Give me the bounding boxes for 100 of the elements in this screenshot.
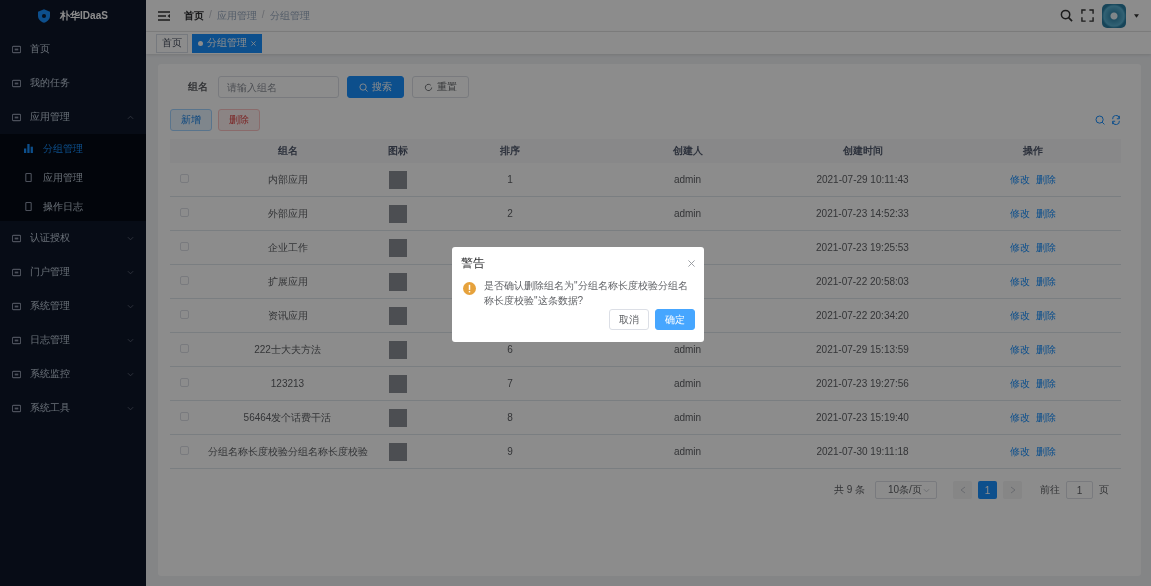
photo-placeholder xyxy=(388,442,407,461)
menu-item[interactable]: 门户管理 xyxy=(0,255,146,289)
row-action-link[interactable]: 删除 xyxy=(1036,207,1056,219)
photo-placeholder xyxy=(388,170,407,189)
table-cell: 企业工作 xyxy=(267,241,308,253)
row-action-link[interactable]: 删除 xyxy=(1036,445,1056,457)
table-cell: 9 xyxy=(507,446,513,457)
row-action-link[interactable]: 修改 xyxy=(1010,445,1030,457)
avatar[interactable] xyxy=(1102,3,1126,28)
chevron-right-icon xyxy=(1009,486,1016,494)
table-cell: 56464发个话费干活 xyxy=(243,411,332,423)
menu-item[interactable]: 日志管理 xyxy=(0,323,146,357)
submenu-item[interactable]: 分组管理 xyxy=(0,134,146,163)
dialog-button[interactable]: 取消 xyxy=(609,309,649,330)
photo-placeholder xyxy=(388,340,407,359)
table-cell: 2021-07-23 19:25:53 xyxy=(816,242,909,253)
dialog-button[interactable]: 确定 xyxy=(655,309,695,330)
next-page-button[interactable] xyxy=(1003,481,1022,499)
table-cell: 2021-07-30 19:11:18 xyxy=(816,446,909,457)
field-label: 组名 xyxy=(188,80,208,94)
total-count: 共 9 条 xyxy=(833,483,865,497)
menu-item[interactable]: 首页 xyxy=(0,32,146,66)
caret-down-icon[interactable] xyxy=(1134,13,1139,18)
search-form-button[interactable]: 搜索 xyxy=(347,76,404,98)
tab[interactable]: 首页 xyxy=(156,33,188,53)
column-header: 创建人 xyxy=(672,145,703,156)
menu-icon xyxy=(12,112,21,122)
table-cell: admin xyxy=(673,208,702,219)
table-cell: 内部应用 xyxy=(267,173,308,185)
column-header: 操作 xyxy=(1023,145,1043,156)
table-cell: admin xyxy=(673,412,702,423)
page-suffix: 页 xyxy=(1099,483,1109,497)
submenu-item[interactable]: 操作日志 xyxy=(0,192,146,221)
menu-item[interactable]: 系统监控 xyxy=(0,357,146,391)
app-name: 朴华IDaaS xyxy=(60,9,108,23)
page-size-select[interactable]: 10条/页 xyxy=(875,481,937,499)
table-cell: 2021-07-23 14:52:33 xyxy=(816,208,909,219)
table-cell: 8 xyxy=(507,412,513,423)
breadcrumb-separator: / xyxy=(261,8,265,22)
page-input[interactable]: 1 xyxy=(1066,481,1093,499)
row-action-link[interactable]: 删除 xyxy=(1036,377,1056,389)
row-action-link[interactable]: 删除 xyxy=(1036,173,1056,185)
search-icon[interactable] xyxy=(1060,9,1073,22)
row-action-link[interactable]: 修改 xyxy=(1010,309,1030,321)
photo-placeholder xyxy=(388,272,407,291)
prev-page-button[interactable] xyxy=(953,481,972,499)
row-action-link[interactable]: 修改 xyxy=(1010,173,1030,185)
row-action-link[interactable]: 修改 xyxy=(1010,241,1030,253)
search-icon[interactable] xyxy=(1095,115,1105,125)
menu-fold-icon[interactable] xyxy=(158,10,170,21)
warning-icon xyxy=(463,282,476,295)
photo-placeholder xyxy=(388,204,407,223)
menu-icon xyxy=(12,403,21,413)
submenu-item[interactable]: 应用管理 xyxy=(0,163,146,192)
search-form-button[interactable]: 重置 xyxy=(412,76,469,98)
table-cell: 外部应用 xyxy=(267,207,308,219)
row-action-link[interactable]: 修改 xyxy=(1010,275,1030,287)
menu-item[interactable]: 认证授权 xyxy=(0,221,146,255)
menu-icon xyxy=(12,233,21,243)
refresh-icon[interactable] xyxy=(1111,115,1121,125)
column-header: 组名 xyxy=(277,145,298,156)
menu-icon xyxy=(24,202,33,211)
tab[interactable]: 分组管理 xyxy=(192,33,262,53)
fullscreen-icon[interactable] xyxy=(1081,9,1094,22)
table-cell: 扩展应用 xyxy=(267,275,308,287)
row-action-link[interactable]: 删除 xyxy=(1036,241,1056,253)
page-number-button[interactable]: 1 xyxy=(978,481,997,499)
menu-icon xyxy=(12,267,21,277)
row-action-link[interactable]: 删除 xyxy=(1036,411,1056,423)
menu-item[interactable]: 系统管理 xyxy=(0,289,146,323)
menu-item[interactable]: 我的任务 xyxy=(0,66,146,100)
breadcrumb-item[interactable]: 首页 xyxy=(184,8,204,23)
row-action-link[interactable]: 删除 xyxy=(1036,343,1056,355)
menu-icon xyxy=(12,78,21,88)
row-action-link[interactable]: 修改 xyxy=(1010,377,1030,389)
menu-icon xyxy=(12,335,21,345)
row-action-link[interactable]: 删除 xyxy=(1036,309,1056,321)
menu-icon xyxy=(12,44,21,54)
row-action-link[interactable]: 修改 xyxy=(1010,343,1030,355)
table-cell: 分组名称长度校验分组名称长度校验 xyxy=(207,445,368,457)
action-button[interactable]: 删除 xyxy=(218,109,260,131)
table-cell: admin xyxy=(673,344,702,355)
table-cell: 222士大夫方法 xyxy=(254,343,321,355)
table-cell: 2021-07-23 15:19:40 xyxy=(816,412,909,423)
refresh-icon xyxy=(424,82,433,92)
table-cell: admin xyxy=(673,446,702,457)
row-action-link[interactable]: 修改 xyxy=(1010,207,1030,219)
menu-item[interactable]: 系统工具 xyxy=(0,391,146,425)
caret-down-icon xyxy=(923,487,930,493)
close-icon[interactable] xyxy=(688,260,695,267)
table-cell: 2021-07-22 20:34:20 xyxy=(816,310,909,321)
menu-item[interactable]: 应用管理 xyxy=(0,100,146,134)
column-header: 排序 xyxy=(500,145,520,156)
row-action-link[interactable]: 删除 xyxy=(1036,275,1056,287)
menu-icon xyxy=(12,369,21,379)
action-button[interactable]: 新增 xyxy=(170,109,212,131)
photo-placeholder xyxy=(388,306,407,325)
table-cell: admin xyxy=(673,378,702,389)
dialog-message: 是否确认删除组名为"分组名称长度校验分组名称长度校验"这条数据? xyxy=(484,279,689,308)
row-action-link[interactable]: 修改 xyxy=(1010,411,1030,423)
